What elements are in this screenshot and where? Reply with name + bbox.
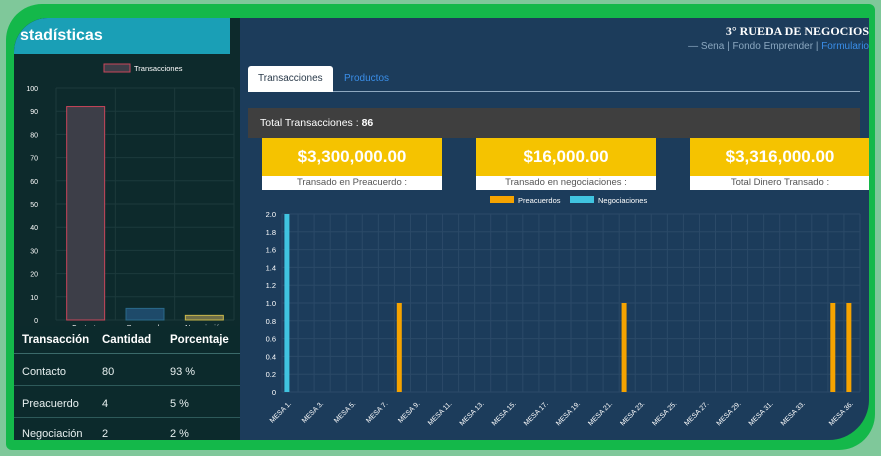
total-value: 86 xyxy=(361,117,374,129)
bar xyxy=(846,303,852,392)
table-header-cell: Cantidad xyxy=(102,334,152,346)
y-tick-label: 40 xyxy=(30,225,38,232)
y-tick-label: 0 xyxy=(34,318,38,325)
breadcrumb-text: — Sena | Fondo Emprender | xyxy=(688,41,822,52)
tab-transacciones[interactable]: Transacciones xyxy=(248,66,333,92)
y-tick-label: 90 xyxy=(30,109,38,116)
page-title: 3° RUEDA DE NEGOCIOS xyxy=(725,24,869,38)
table-cell: 2 xyxy=(102,428,109,440)
table-header-cell: Porcentaje xyxy=(170,334,229,346)
dashboard-screen: stadísticas 0102030405060708090100Contac… xyxy=(14,18,869,440)
bar xyxy=(125,307,165,321)
y-tick-label: 50 xyxy=(30,202,38,209)
y-tick-label: 1.8 xyxy=(266,228,276,237)
y-tick-label: 70 xyxy=(30,156,38,163)
main-panel: 3° RUEDA DE NEGOCIOS — Sena | Fondo Empr… xyxy=(240,18,869,440)
card-label: Transado en Preacuerdo : xyxy=(262,176,442,190)
bar xyxy=(66,106,106,321)
y-tick-label: 20 xyxy=(30,272,38,279)
table-row: Preacuerdo 4 5 % xyxy=(14,390,240,418)
table-cell: 2 % xyxy=(170,428,189,440)
x-tick-label: MESA 17. xyxy=(523,400,550,427)
legend-swatch xyxy=(490,196,514,203)
transactions-table: Transacción Cantidad Porcentaje Contacto… xyxy=(14,326,240,440)
table-cell: Negociación xyxy=(22,428,83,440)
statistics-panel: stadísticas 0 10 20 30 40 50 60 70 80 90 100 Contac… xyxy=(14,18,240,440)
card-label: Total Dinero Transado : xyxy=(690,176,869,190)
legend-swatch xyxy=(103,63,131,73)
y-tick-label: 0.2 xyxy=(266,370,276,379)
table-cell: 5 % xyxy=(170,398,189,410)
card-value: $3,300,000.00 xyxy=(262,138,442,176)
x-tick-label: MESA 3. xyxy=(301,400,325,424)
y-tick-label: 0.4 xyxy=(266,352,276,361)
card-value: $16,000.00 xyxy=(476,138,656,176)
x-tick-label: MESA 29. xyxy=(716,400,743,427)
y-tick-label: 1.2 xyxy=(266,281,276,290)
x-tick-label: MESA 15. xyxy=(491,400,518,427)
y-tick-label: 1.4 xyxy=(266,263,276,272)
formulario-link[interactable]: Formulario xyxy=(821,41,869,52)
legend-label: Negociaciones xyxy=(598,196,647,205)
card-total-dinero: $3,316,000.00 Total Dinero Transado : xyxy=(690,138,869,192)
x-tick-label: MESA 13. xyxy=(459,400,486,427)
mesa-bar-chart: 0 0.2 0.4 0.6 0.8 1.0 1.2 1.4 1.6 1.8 2.0 MESA 1. ME… xyxy=(266,196,861,427)
y-tick-label: 100 xyxy=(26,86,38,93)
table-cell: Contacto xyxy=(22,366,67,378)
x-tick-label: MESA 11. xyxy=(427,400,454,427)
y-tick-label: 0.6 xyxy=(266,335,276,344)
card-negociaciones: $16,000.00 Transado en negociaciones : xyxy=(476,138,656,192)
y-tick-label: 0.8 xyxy=(266,317,276,326)
y-tick-label: 30 xyxy=(30,248,38,255)
bar xyxy=(284,214,290,392)
transactions-bar-chart: 0102030405060708090100ContactoPreacuerdo… xyxy=(26,63,235,326)
legend-label: Preacuerdos xyxy=(518,196,561,205)
x-tick-label: MESA 33. xyxy=(780,400,807,427)
y-tick-label: 2.0 xyxy=(266,210,276,219)
total-label: Total Transacciones : xyxy=(260,117,359,129)
x-tick-label: MESA 36. xyxy=(828,400,855,427)
table-row: Negociación 2 2 % xyxy=(14,420,240,440)
x-tick-label: MESA 1. xyxy=(269,400,293,424)
table-cell: 93 % xyxy=(170,366,196,378)
table-cell: 4 xyxy=(102,398,109,410)
x-tick-label: MESA 27. xyxy=(684,400,711,427)
y-tick-label: 80 xyxy=(30,132,38,139)
x-tick-label: MESA 31. xyxy=(748,400,775,427)
y-tick-label: 1.6 xyxy=(266,246,276,255)
x-tick-label: MESA 5. xyxy=(333,400,357,424)
y-tick-label: 60 xyxy=(30,179,38,186)
card-value: $3,316,000.00 xyxy=(690,138,869,176)
legend-label: Transacciones xyxy=(134,64,183,73)
tab-bar: Transacciones Productos xyxy=(248,66,860,92)
table-cell: 80 xyxy=(102,366,115,378)
card-label: Transado en negociaciones : xyxy=(476,176,656,190)
x-tick-label: MESA 25. xyxy=(651,400,678,427)
bar xyxy=(396,303,402,392)
statistics-title: stadísticas xyxy=(14,18,230,54)
total-transactions-bar: Total Transacciones : 86 xyxy=(248,108,860,138)
bar xyxy=(184,314,224,321)
legend-swatch xyxy=(570,196,594,203)
y-tick-label: 0 xyxy=(272,388,276,397)
y-tick-label: 1.0 xyxy=(266,299,276,308)
x-tick-label: MESA 21. xyxy=(587,400,614,427)
y-tick-label: 10 xyxy=(30,295,38,302)
x-tick-label: MESA 23. xyxy=(619,400,646,427)
x-tick-label: MESA 9. xyxy=(397,400,421,424)
bar xyxy=(830,303,836,392)
table-header-row: Transacción Cantidad Porcentaje xyxy=(14,326,240,354)
x-tick-label: MESA 19. xyxy=(555,400,582,427)
x-tick-label: MESA 7. xyxy=(365,400,389,424)
table-row: Contacto 80 93 % xyxy=(14,358,240,386)
card-preacuerdo: $3,300,000.00 Transado en Preacuerdo : xyxy=(262,138,442,192)
table-header-cell: Transacción xyxy=(22,334,90,346)
tab-productos[interactable]: Productos xyxy=(334,66,399,92)
bar xyxy=(621,303,627,392)
breadcrumb: — Sena | Fondo Emprender | Formulario xyxy=(688,41,869,52)
table-cell: Preacuerdo xyxy=(22,398,79,410)
